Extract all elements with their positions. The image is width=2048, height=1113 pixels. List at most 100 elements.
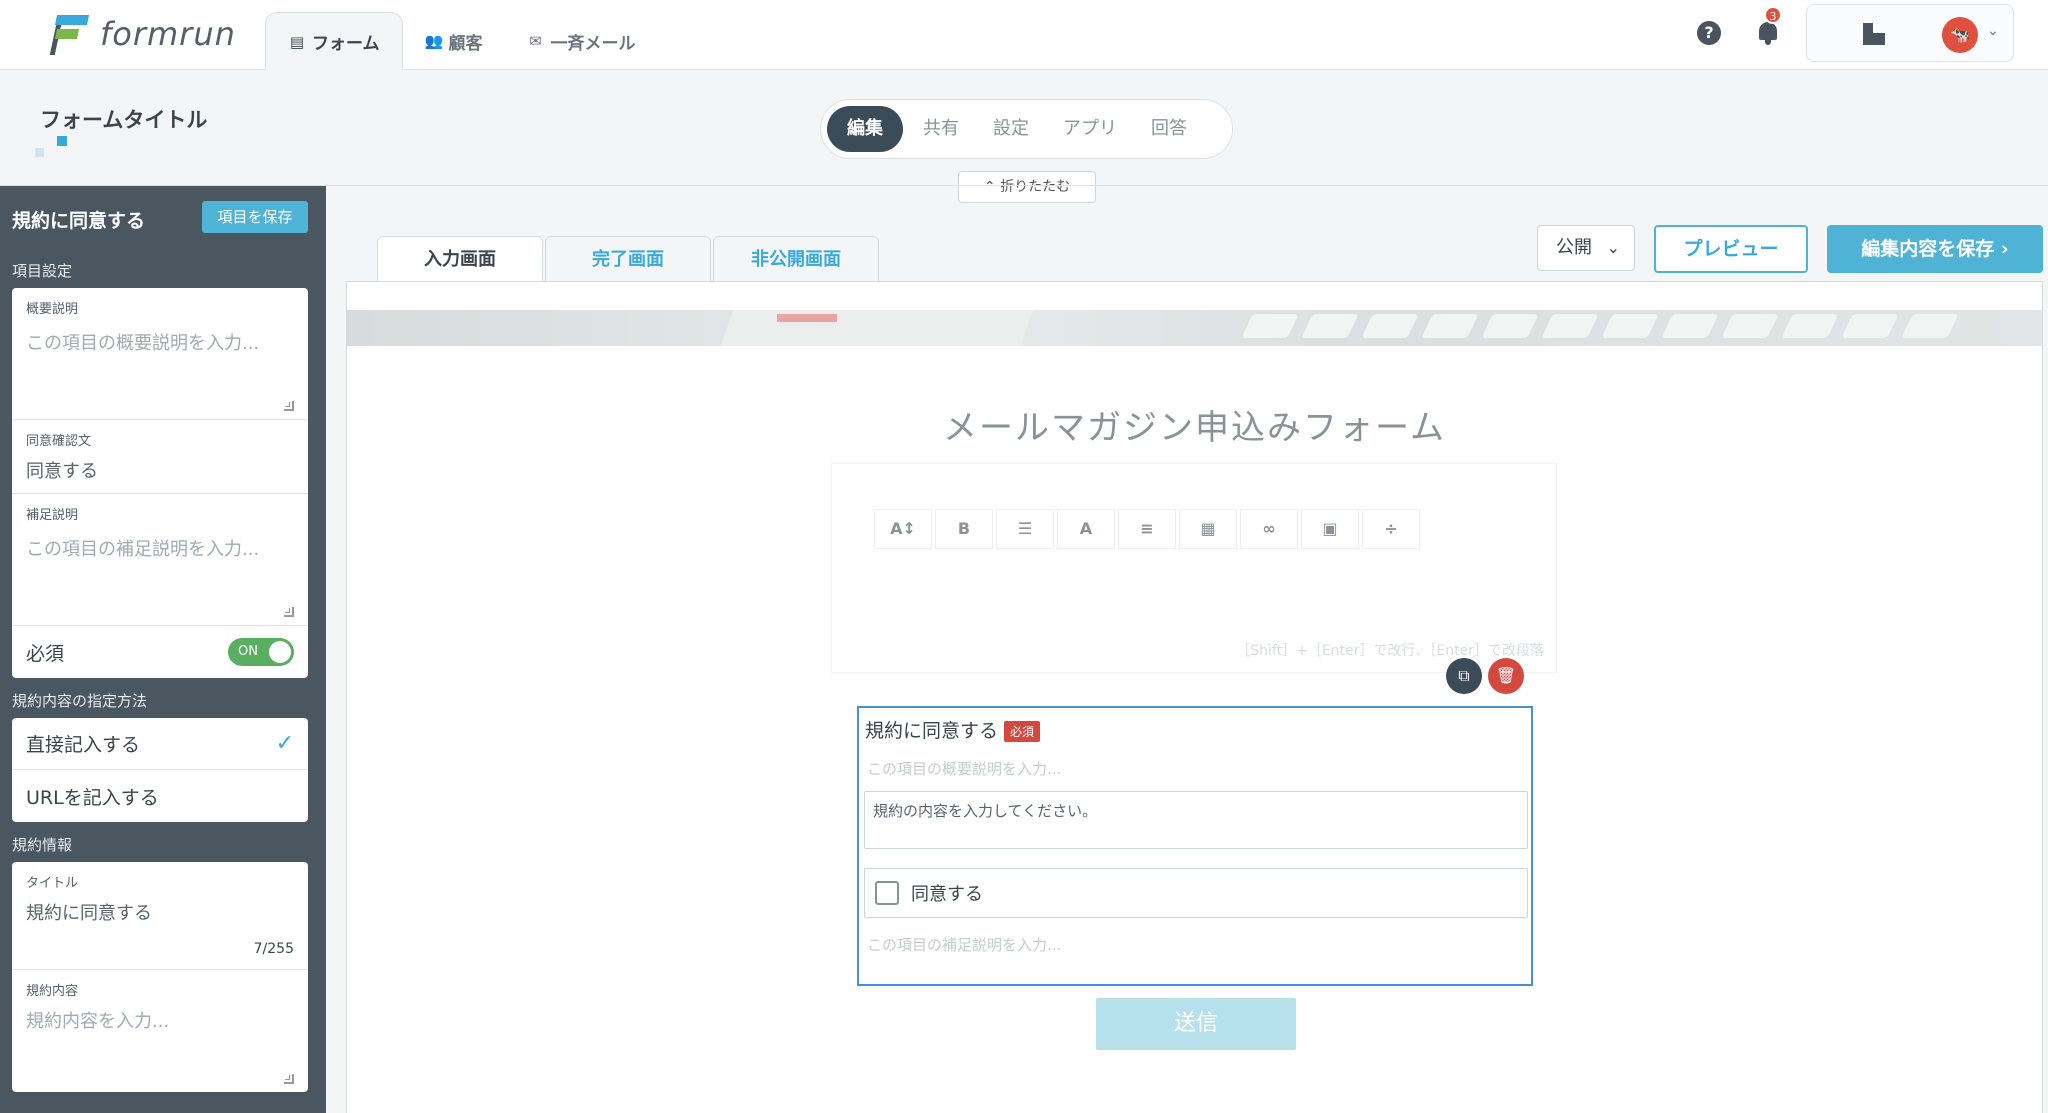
field-label: 規約内容 <box>26 984 79 999</box>
terms-title-field[interactable]: タイトル 規約に同意する 7/255 <box>12 862 308 970</box>
chevron-down-icon: ⌄ <box>1987 23 1999 39</box>
item-settings-card: 概要説明 この項目の概要説明を入力... 同意確認文 同意する 補足説明 この項… <box>12 288 308 678</box>
help-icon[interactable]: ? <box>1697 21 1721 45</box>
method-option-direct[interactable]: 直接記入する ✓ <box>12 718 308 770</box>
logo-text: formrun <box>100 15 236 53</box>
nav-tab-form[interactable]: ▤ フォーム <box>265 12 403 70</box>
publish-status-select[interactable]: 公開 ⌄ <box>1537 225 1635 271</box>
resize-handle-icon[interactable] <box>284 607 294 617</box>
save-changes-label: 編集内容を保存 <box>1861 238 1995 260</box>
table-icon[interactable]: ▦ <box>1179 509 1237 549</box>
field-label: 同意確認文 <box>26 434 92 449</box>
required-badge: 必須 <box>1004 721 1041 742</box>
section-label-method: 規約内容の指定方法 <box>12 692 148 710</box>
resize-handle-icon[interactable] <box>284 401 294 411</box>
terms-content-input[interactable]: 規約内容を入力... <box>26 1007 294 1033</box>
method-option-url[interactable]: URLを記入する <box>12 770 308 822</box>
list-icon[interactable]: ☰ <box>996 509 1054 549</box>
selected-form-field[interactable]: 規約に同意する 必須 この項目の概要説明を入力... 規約の内容を入力してください… <box>857 706 1533 986</box>
logo-mark-icon <box>49 13 90 55</box>
confirm-text-input[interactable]: 同意する <box>26 457 294 483</box>
divider-icon[interactable]: ÷ <box>1362 509 1420 549</box>
mode-edit[interactable]: 編集 <box>827 106 903 152</box>
people-icon: 👥 <box>424 32 444 50</box>
mode-apps[interactable]: アプリ <box>1049 106 1131 152</box>
form-icon: ▤ <box>289 32 305 51</box>
mode-switcher: 編集 共有 設定 アプリ 回答 <box>820 99 1233 159</box>
method-card: 直接記入する ✓ URLを記入する <box>12 718 308 822</box>
image-icon[interactable]: ▣ <box>1301 509 1359 549</box>
formrun-logo[interactable]: formrun <box>49 12 236 56</box>
tab-complete-screen[interactable]: 完了画面 <box>545 236 711 282</box>
field-title: 規約に同意する 必須 <box>865 716 1041 743</box>
page-title[interactable]: フォームタイトル <box>40 104 207 134</box>
text-color-icon[interactable]: A <box>1057 509 1115 549</box>
save-item-button[interactable]: 項目を保存 <box>202 201 308 233</box>
publish-status-value: 公開 <box>1556 237 1592 258</box>
font-size-icon[interactable]: A↕ <box>874 509 932 549</box>
bold-icon[interactable]: B <box>935 509 993 549</box>
terms-title-input[interactable]: 規約に同意する <box>26 899 294 925</box>
form-heading[interactable]: メールマガジン申込みフォーム <box>347 400 2042 449</box>
main-nav-tabs: ▤ フォーム 👥 顧客 ✉ 一斉メール <box>265 12 658 70</box>
mode-settings[interactable]: 設定 <box>979 106 1043 152</box>
editor-hint: ［Shift］+［Enter］で改行、［Enter］で改段落 <box>1236 643 1544 659</box>
tab-input-screen[interactable]: 入力画面 <box>377 236 543 284</box>
agree-label: 同意する <box>911 884 983 905</box>
option-label: 直接記入する <box>26 734 141 756</box>
top-nav: formrun ▤ フォーム 👥 顧客 ✉ 一斉メール ? 3 🐄 ⌄ <box>0 0 2048 70</box>
save-changes-button[interactable]: 編集内容を保存 › <box>1827 225 2043 273</box>
agree-checkbox-row[interactable]: 同意する <box>864 868 1528 918</box>
field-label: タイトル <box>26 876 79 891</box>
field-label: 補足説明 <box>26 508 79 523</box>
collapse-button[interactable]: ⌃ 折りたたむ <box>958 171 1096 203</box>
submit-button[interactable]: 送信 <box>1096 998 1296 1050</box>
terms-info-card: タイトル 規約に同意する 7/255 規約内容 規約内容を入力... <box>12 862 308 1092</box>
terms-content-field[interactable]: 規約内容 規約内容を入力... <box>12 970 308 1092</box>
required-label: 必須 <box>26 642 65 665</box>
summary-input[interactable]: この項目の概要説明を入力... <box>26 329 294 355</box>
required-toggle[interactable]: ON <box>228 638 294 666</box>
nav-tab-label: 一斉メール <box>550 33 636 54</box>
field-label: 概要説明 <box>26 302 79 317</box>
avatar: 🐄 <box>1942 17 1978 53</box>
align-icon[interactable]: ≡ <box>1118 509 1176 549</box>
nav-tab-label: 顧客 <box>448 33 483 54</box>
preview-button[interactable]: プレビュー <box>1654 225 1808 273</box>
nav-tab-bulk-mail[interactable]: ✉ 一斉メール <box>505 12 658 70</box>
mode-responses[interactable]: 回答 <box>1137 106 1201 152</box>
title-decoration <box>57 136 67 146</box>
mail-icon: ✉ <box>529 32 542 50</box>
terms-content-box: 規約の内容を入力してください。 <box>864 791 1528 849</box>
tab-private-screen[interactable]: 非公開画面 <box>713 236 879 282</box>
agree-checkbox[interactable] <box>875 881 899 905</box>
screen-tabs: 入力画面 完了画面 非公開画面 <box>377 236 881 284</box>
resize-handle-icon[interactable] <box>284 1074 294 1084</box>
field-summary-placeholder: この項目の概要説明を入力... <box>867 760 1062 778</box>
field-title-text: 規約に同意する <box>865 720 999 742</box>
chevron-down-icon: ⌄ <box>1606 238 1620 257</box>
confirm-text-field[interactable]: 同意確認文 同意する <box>12 420 308 494</box>
char-counter: 7/255 <box>253 941 294 957</box>
supplement-field[interactable]: 補足説明 この項目の補足説明を入力... <box>12 494 308 626</box>
account-menu[interactable]: 🐄 ⌄ <box>1806 4 2014 62</box>
sidebar-title: 規約に同意する <box>12 210 146 232</box>
option-label: URLを記入する <box>26 786 159 809</box>
section-label-terms-info: 規約情報 <box>12 836 73 854</box>
checkmark-icon: ✓ <box>275 731 294 756</box>
required-row: 必須 ON <box>12 626 308 678</box>
link-icon[interactable]: ∞ <box>1240 509 1298 549</box>
collapse-label: 折りたたむ <box>1000 179 1071 195</box>
rich-text-editor[interactable]: A↕ B ☰ A ≡ ▦ ∞ ▣ ÷ ［Shift］+［Enter］で改行、［E… <box>831 463 1557 673</box>
copy-icon[interactable]: ⧉ <box>1446 658 1482 694</box>
nav-tab-customers[interactable]: 👥 顧客 <box>403 12 505 70</box>
summary-field[interactable]: 概要説明 この項目の概要説明を入力... <box>12 288 308 420</box>
toggle-label: ON <box>238 644 258 659</box>
section-label-item-settings: 項目設定 <box>12 262 73 280</box>
trash-icon[interactable]: 🗑 <box>1488 658 1524 694</box>
title-decoration <box>35 148 44 157</box>
supplement-input[interactable]: この項目の補足説明を入力... <box>26 535 294 561</box>
form-header-image <box>347 310 2042 346</box>
notification-count-badge: 3 <box>1764 6 1782 24</box>
mode-share[interactable]: 共有 <box>909 106 973 152</box>
